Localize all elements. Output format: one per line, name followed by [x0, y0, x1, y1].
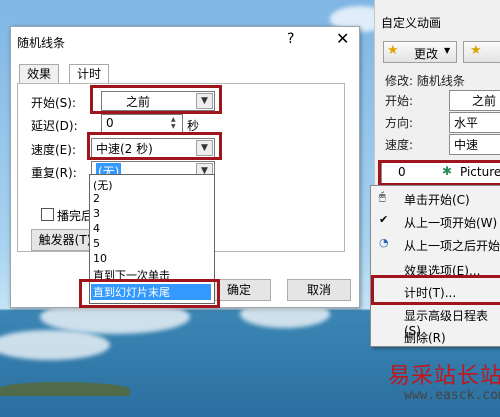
repeat-option[interactable]: 3 — [93, 207, 100, 220]
check-icon: ✔ — [379, 213, 389, 226]
pane-speed-value: 中速 — [454, 138, 479, 152]
repeat-option[interactable]: 5 — [93, 237, 100, 250]
change-button[interactable]: ★ 更改 ▼ — [383, 41, 457, 63]
chevron-down-icon: ▼ — [444, 46, 451, 55]
close-button[interactable]: ✕ — [336, 29, 349, 48]
highlight-box — [87, 132, 222, 160]
clock-icon: ◔ — [379, 236, 389, 249]
highlight-box — [378, 160, 500, 186]
mouse-icon: 🖱 — [379, 190, 386, 203]
dialog-title: 随机线条 — [17, 36, 66, 50]
repeat-option[interactable]: 4 — [93, 222, 100, 235]
pane-start-select[interactable]: 之前 — [449, 90, 500, 111]
menu-item-start-on-click[interactable]: 单击开始(C) — [404, 191, 470, 208]
speed-label: 速度(E): — [31, 143, 76, 157]
island — [0, 382, 130, 396]
repeat-label: 重复(R): — [31, 166, 77, 180]
repeat-option[interactable]: 2 — [93, 192, 100, 205]
watermark-url: www.easck.com — [404, 388, 500, 403]
spinner-arrows-icon[interactable]: ▲ ▼ — [171, 116, 181, 130]
highlight-box — [90, 85, 222, 114]
menu-item-after-previous[interactable]: 从上一项之后开始 — [404, 237, 500, 254]
repeat-option[interactable]: 10 — [93, 252, 107, 265]
start-label: 开始(S): — [31, 96, 77, 110]
change-label: 更改 — [414, 47, 439, 61]
pane-start-value: 之前 — [472, 94, 497, 108]
cancel-button[interactable]: 取消 — [287, 279, 351, 301]
pane-speed-label: 速度: — [385, 138, 414, 152]
star-icon: ★ — [387, 43, 399, 58]
star-remove-icon: ★ — [470, 43, 482, 58]
tab-timing[interactable]: 计时 — [69, 64, 110, 84]
menu-item-with-previous[interactable]: 从上一项开始(W) — [404, 214, 497, 231]
rewind-checkbox[interactable] — [41, 208, 54, 221]
pane-start-label: 开始: — [385, 94, 414, 108]
highlight-box — [79, 279, 220, 308]
direction-label: 方向: — [385, 116, 414, 130]
direction-select[interactable]: 水平 — [449, 112, 500, 133]
remove-button[interactable]: ★ — [463, 41, 500, 63]
repeat-option[interactable]: (无) — [93, 177, 113, 193]
highlight-box — [371, 275, 500, 305]
pane-title: 自定义动画 — [381, 16, 442, 30]
delay-value: 0 — [106, 116, 114, 130]
watermark-text: 易采站长站 — [388, 364, 500, 389]
direction-value: 水平 — [454, 116, 479, 130]
context-menu: 🖱 单击开始(C) ✔ 从上一项开始(W) ◔ 从上一项之后开始 效果选项(E)… — [370, 185, 500, 347]
cloud — [0, 330, 110, 360]
tab-effect[interactable]: 效果 — [19, 64, 60, 84]
menu-item-remove[interactable]: 删除(R) — [404, 329, 446, 346]
pane-speed-select[interactable]: 中速 — [449, 134, 500, 155]
delay-input[interactable]: 0 ▲ ▼ — [101, 114, 183, 134]
modify-label: 修改: 随机线条 — [385, 74, 465, 88]
delay-label: 延迟(D): — [31, 119, 78, 133]
help-button[interactable]: ? — [287, 31, 294, 47]
